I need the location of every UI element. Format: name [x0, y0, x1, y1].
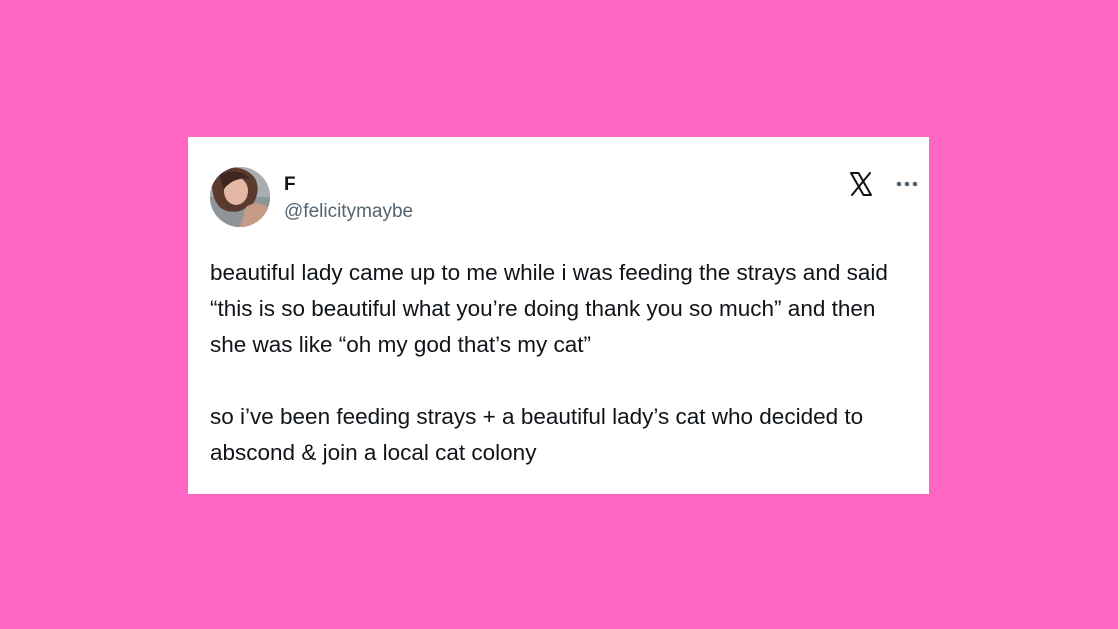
handle[interactable]: @felicitymaybe — [284, 201, 413, 223]
x-logo-icon[interactable] — [848, 171, 874, 197]
tweet-text: beautiful lady came up to me while i was… — [210, 255, 910, 471]
tweet-paragraph: so i’ve been feeding strays + a beautifu… — [210, 404, 864, 465]
profile-photo-icon — [210, 167, 270, 227]
tweet-paragraph: beautiful lady came up to me while i was… — [210, 260, 888, 357]
tweet-card: F @felicitymaybe beautiful lady came up … — [188, 137, 929, 494]
more-options-icon[interactable] — [894, 171, 920, 197]
display-name[interactable]: F — [284, 174, 296, 196]
avatar[interactable] — [210, 167, 270, 227]
